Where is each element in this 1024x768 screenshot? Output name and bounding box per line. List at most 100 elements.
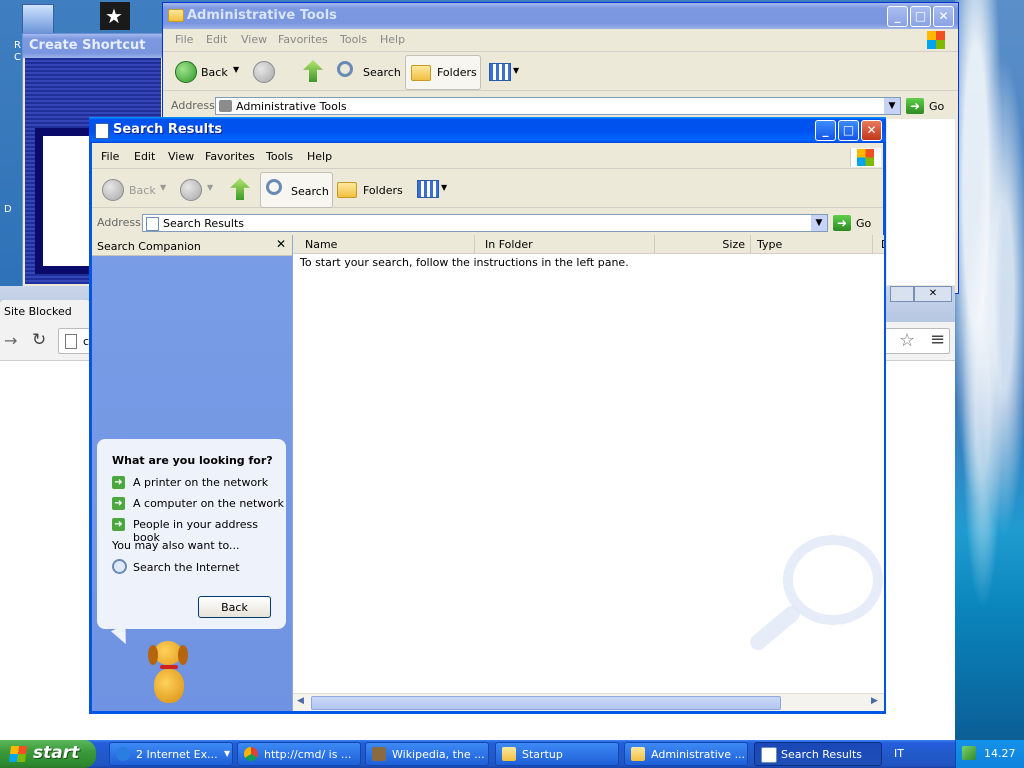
minimize-button[interactable]: _ [887,6,908,27]
search-titlebar[interactable]: Search Results _ □ ✕ [89,117,886,143]
chrome-back-icon[interactable]: → [4,331,17,350]
up-folder-icon[interactable] [303,60,323,82]
chrome-close-button[interactable]: ✕ [914,286,952,302]
task-label-startup: Startup [522,748,563,761]
windows-flag-icon [8,746,28,762]
scroll-thumb[interactable] [311,696,781,710]
search-address-field[interactable]: Search Results ▼ [142,214,828,232]
create-shortcut-title: Create Shortcut [29,38,146,53]
option-search-internet[interactable]: Search the Internet [133,561,240,574]
task-startup[interactable]: Startup [495,742,619,766]
chrome-reload-icon[interactable]: ↻ [32,330,46,350]
views-icon[interactable] [489,63,511,81]
go-arrow-icon[interactable]: ➜ [906,98,924,114]
admin-search-label[interactable]: Search [363,66,401,79]
search-dog-icon[interactable] [144,637,194,707]
menu-tools[interactable]: Tools [340,33,367,46]
forward-icon[interactable] [253,61,275,83]
search-menu-help[interactable]: Help [307,150,332,163]
maximize-button[interactable]: □ [910,6,931,27]
horizontal-scrollbar[interactable]: ◀ ▶ [293,693,884,711]
xp-throbber [850,148,881,167]
task-internet-explorer[interactable]: 2 Internet Ex... ▼ [109,742,233,766]
results-header: Name In Folder Size Type D [293,235,884,254]
tray-network-icon[interactable] [962,746,976,760]
create-shortcut-titlebar[interactable]: Create Shortcut [23,34,163,58]
search-menu-view[interactable]: View [168,150,194,163]
search-views-icon[interactable] [417,180,439,198]
language-indicator[interactable]: IT [894,747,904,760]
my-computer-icon[interactable] [22,4,54,34]
column-date[interactable]: D [873,235,884,253]
option-arrow-icon: ➜ [112,497,125,510]
chrome-restore-button[interactable] [890,286,914,302]
task-label-admin: Administrative ... [651,748,746,761]
back-icon[interactable] [175,61,197,83]
column-size[interactable]: Size [655,235,751,253]
search-menu-file[interactable]: File [101,150,119,163]
search-views-dropdown-icon[interactable]: ▼ [441,183,447,192]
views-dropdown-icon[interactable]: ▼ [513,66,519,75]
clock[interactable]: 14.27 [984,747,1016,760]
chrome-menu-icon[interactable]: ≡ [930,329,945,350]
empty-results-message: To start your search, follow the instruc… [300,256,629,269]
search-back-label[interactable]: Back [129,184,156,197]
search-close-button[interactable]: ✕ [861,120,882,141]
menu-view[interactable]: View [241,33,267,46]
search-maximize-button[interactable]: □ [838,120,859,141]
admin-go-label[interactable]: Go [929,100,944,113]
admin-titlebar[interactable]: Administrative Tools _ □ ✕ [163,3,958,29]
search-icon[interactable] [337,61,353,77]
task-chrome[interactable]: http://cmd/ is ... [237,742,361,766]
companion-close-icon[interactable]: ✕ [276,237,286,251]
admin-back-label[interactable]: Back [201,66,228,79]
search-address-value: Search Results [163,217,245,230]
search-go-label[interactable]: Go [856,217,871,230]
option-printer[interactable]: A printer on the network [133,476,268,489]
task-wikipedia[interactable]: Wikipedia, the ... [365,742,489,766]
search-forward-dropdown-icon[interactable]: ▼ [207,183,213,192]
admin-toolbar: Back ▼ Search Folders ▼ [163,52,958,91]
task-search-results[interactable]: Search Results [754,742,882,766]
admin-address-field[interactable]: Administrative Tools ▼ [215,97,901,115]
address-dropdown-icon[interactable]: ▼ [884,98,900,114]
companion-back-button[interactable]: Back [198,596,271,618]
search-minimize-button[interactable]: _ [815,120,836,141]
back-dropdown-icon[interactable]: ▼ [233,65,239,74]
menu-edit[interactable]: Edit [206,33,227,46]
menu-help[interactable]: Help [380,33,405,46]
search-folders-icon[interactable] [337,182,357,198]
search-back-dropdown-icon[interactable]: ▼ [160,183,166,192]
search-search-label[interactable]: Search [291,185,329,198]
scroll-left-icon[interactable]: ◀ [297,696,304,706]
search-address-dropdown-icon[interactable]: ▼ [811,215,827,231]
close-button[interactable]: ✕ [933,6,954,27]
column-in-folder[interactable]: In Folder [475,235,655,253]
admin-folders-label[interactable]: Folders [437,66,477,79]
search-up-folder-icon[interactable] [230,178,250,200]
bookmark-star-icon[interactable]: ☆ [899,330,915,351]
search-menu-edit[interactable]: Edit [134,150,155,163]
admin-folder-task-icon [631,747,645,761]
admin-address-value: Administrative Tools [236,100,347,113]
chrome-tab[interactable]: Site Blocked [0,300,90,322]
search-go-arrow-icon[interactable]: ➜ [833,215,851,231]
column-type[interactable]: Type [751,235,873,253]
search-back-icon[interactable] [102,179,124,201]
search-menu-favorites[interactable]: Favorites [205,150,255,163]
search-address-label: Address [97,216,141,229]
scroll-right-icon[interactable]: ▶ [871,696,878,706]
menu-file[interactable]: File [175,33,193,46]
column-name[interactable]: Name [293,235,475,253]
windows-logo-icon [927,31,945,49]
search-menu-tools[interactable]: Tools [266,150,293,163]
option-computer[interactable]: A computer on the network [133,497,284,510]
search-forward-icon[interactable] [180,179,202,201]
chrome-tab-title: Site Blocked [4,305,72,318]
search-folders-label[interactable]: Folders [363,184,403,197]
task-administrative-tools[interactable]: Administrative ... [624,742,748,766]
start-button[interactable]: start [0,740,96,768]
admin-menubar: File Edit View Favorites Tools Help [163,29,958,52]
star-shortcut-icon[interactable]: ★ [100,2,130,30]
menu-favorites[interactable]: Favorites [278,33,328,46]
